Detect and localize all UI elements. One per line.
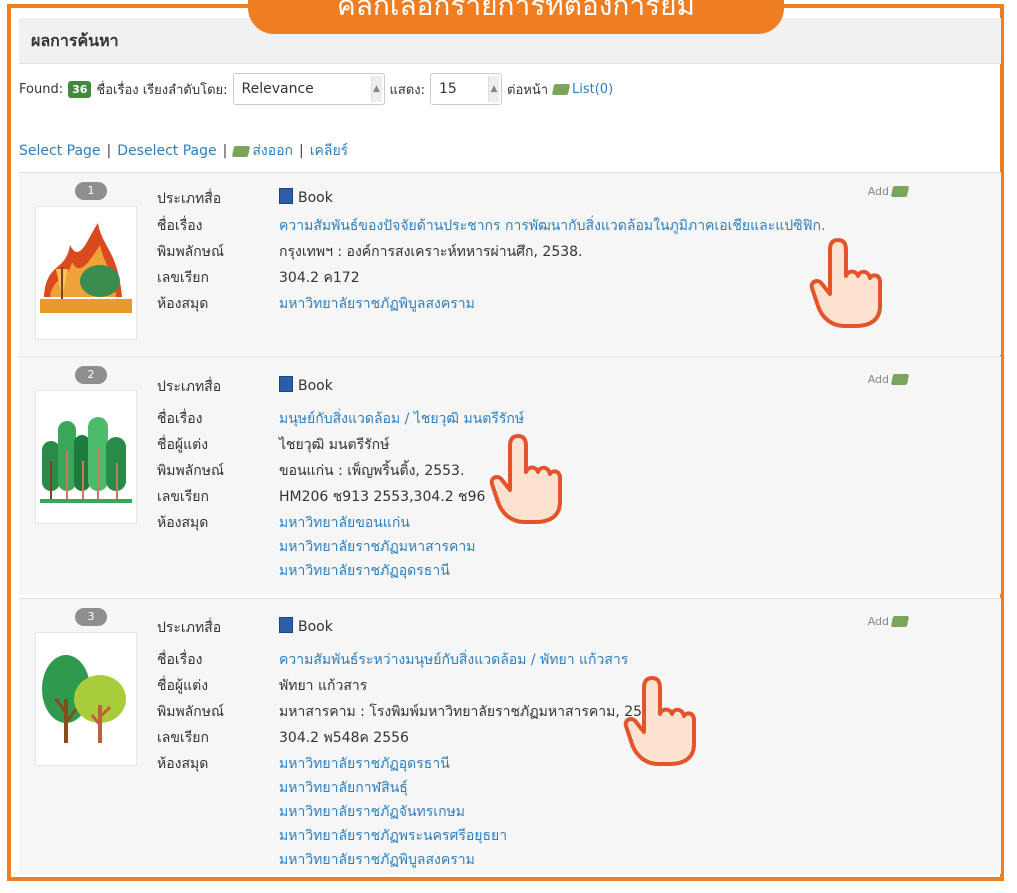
export-link[interactable]: ส่งออก (232, 140, 294, 162)
library-link[interactable]: มหาวิทยาลัยขอนแก่น (279, 512, 410, 534)
basket-list-link[interactable]: List(0) (551, 81, 614, 97)
chevron-down-icon: ▲ (370, 76, 382, 102)
add-label: Add (867, 615, 889, 628)
title-label: ชื่อเรื่อง (157, 652, 203, 668)
author-label: ชื่อผู้แต่ง (157, 437, 209, 453)
sort-label: ชื่อเรื่อง เรียงลำดับโดย: (96, 82, 228, 98)
instruction-banner: คลิกเลือกรายการที่ต้องการยืม (248, 0, 784, 34)
add-to-basket-button[interactable]: Add (868, 615, 911, 628)
library-link[interactable]: มหาวิทยาลัยราชภัฏอุดรธานี (279, 560, 450, 582)
basket-icon (890, 374, 910, 385)
basket-icon (232, 145, 251, 157)
result-record: 3 ประเภทสื่อ Book ชื่อเรื่อง ความสัมพันธ… (19, 598, 1001, 874)
title-label: ชื่อเรื่อง (157, 411, 203, 427)
separator: | (106, 143, 112, 159)
type-label: ประเภทสื่อ (157, 191, 222, 207)
show-label: แสดง: (389, 82, 425, 98)
author-value: พัทยา แก้วสาร (279, 678, 368, 694)
result-count-badge: 36 (68, 80, 92, 98)
export-label: ส่งออก (252, 143, 294, 159)
per-page-value: 15 (439, 81, 457, 97)
record-title-link[interactable]: ความสัมพันธ์ระหว่างมนุษย์กับสิ่งแวดล้อม … (279, 649, 628, 671)
basket-icon (890, 616, 910, 627)
basket-icon (551, 83, 571, 95)
library-label: ห้องสมุด (157, 515, 209, 531)
record-title-link[interactable]: มนุษย์กับสิ่งแวดล้อม / ไชยวุฒิ มนตรีรักษ… (279, 408, 524, 430)
add-to-basket-button[interactable]: Add (868, 185, 911, 198)
publisher-value: ขอนแก่น : เพ็ญพริ้นติ้ง, 2553. (279, 463, 465, 479)
library-label: ห้องสมุด (157, 296, 209, 312)
type-text: Book (298, 619, 333, 635)
book-icon (279, 188, 293, 204)
title-label: ชื่อเรื่อง (157, 218, 203, 234)
publisher-label: พิมพลักษณ์ (157, 463, 224, 479)
list-label: List(0) (572, 81, 614, 97)
book-cover-thumbnail (35, 206, 137, 340)
library-link[interactable]: มหาวิทยาลัยราชภัฏมหาสารคาม (279, 536, 475, 558)
author-label: ชื่อผู้แต่ง (157, 678, 209, 694)
library-link[interactable]: มหาวิทยาลัยราชภัฏพิบูลสงคราม (279, 293, 475, 315)
selection-tools: Select Page | Deselect Page | ส่งออก | เ… (19, 140, 348, 162)
book-cover-thumbnail (35, 632, 137, 766)
book-icon (279, 617, 293, 633)
type-value: Book (279, 376, 333, 394)
chevron-down-icon: ▲ (488, 76, 499, 102)
type-label: ประเภทสื่อ (157, 379, 222, 395)
record-title-link[interactable]: ความสัมพันธ์ของปัจจัยด้านประชากร การพัฒน… (279, 215, 825, 237)
type-value: Book (279, 617, 333, 635)
callno-value: 304.2 ค172 (279, 270, 360, 286)
record-number: 2 (75, 366, 107, 384)
callno-value: 304.2 พ548ค 2556 (279, 730, 409, 746)
publisher-label: พิมพลักษณ์ (157, 244, 224, 260)
separator: | (222, 143, 228, 159)
page-title: ผลการค้นหา (31, 31, 119, 50)
publisher-value: กรุงเทพฯ : องค์การสงเคราะห์ทหารผ่านศึก, … (279, 244, 583, 260)
publisher-value: มหาสารคาม : โรงพิมพ์มหาวิทยาลัยราชภัฏมหา… (279, 704, 660, 720)
separator: | (299, 143, 304, 159)
type-text: Book (298, 378, 333, 394)
found-label: Found: (19, 81, 64, 97)
publisher-label: พิมพลักษณ์ (157, 704, 224, 720)
author-value: ไชยวุฒิ มนตรีรักษ์ (279, 437, 390, 453)
library-link[interactable]: มหาวิทยาลัยกาฬสินธุ์ (279, 777, 408, 799)
callno-label: เลขเรียก (157, 489, 209, 505)
add-label: Add (867, 185, 889, 198)
callno-value: HM206 ช913 2553,304.2 ช96 (279, 489, 486, 505)
sort-select[interactable]: Relevance ▲ (232, 73, 385, 105)
results-toolbar: Found: 36 ชื่อเรื่อง เรียงลำดับโดย: Rele… (19, 68, 1001, 110)
sort-value: Relevance (241, 81, 314, 97)
pointing-hand-icon (623, 676, 696, 766)
select-page-link[interactable]: Select Page (19, 143, 101, 159)
library-link[interactable]: มหาวิทยาลัยราชภัฏอุดรธานี (279, 753, 450, 775)
book-cover-thumbnail (35, 390, 137, 524)
deselect-page-link[interactable]: Deselect Page (117, 143, 216, 159)
record-number: 3 (75, 608, 107, 626)
add-to-basket-button[interactable]: Add (868, 373, 911, 386)
pointing-hand-icon (489, 434, 562, 524)
type-label: ประเภทสื่อ (157, 620, 222, 636)
library-link[interactable]: มหาวิทยาลัยราชภัฏพิบูลสงคราม (279, 849, 475, 871)
banner-text: คลิกเลือกรายการที่ต้องการยืม (337, 0, 695, 22)
book-icon (279, 376, 293, 392)
record-number: 1 (75, 182, 107, 200)
type-text: Book (298, 190, 333, 206)
library-label: ห้องสมุด (157, 756, 209, 772)
type-value: Book (279, 188, 333, 206)
pointing-hand-icon (809, 238, 882, 328)
library-link[interactable]: มหาวิทยาลัยราชภัฏจันทรเกษม (279, 801, 465, 823)
library-link[interactable]: มหาวิทยาลัยราชภัฏพระนครศรีอยุธยา (279, 825, 507, 847)
clear-link[interactable]: เคลียร์ (310, 140, 348, 162)
basket-icon (890, 186, 910, 197)
per-page-select[interactable]: 15 ▲ (430, 73, 502, 105)
per-page-label: ต่อหน้า (507, 82, 549, 98)
callno-label: เลขเรียก (157, 270, 209, 286)
add-label: Add (867, 373, 889, 386)
callno-label: เลขเรียก (157, 730, 209, 746)
